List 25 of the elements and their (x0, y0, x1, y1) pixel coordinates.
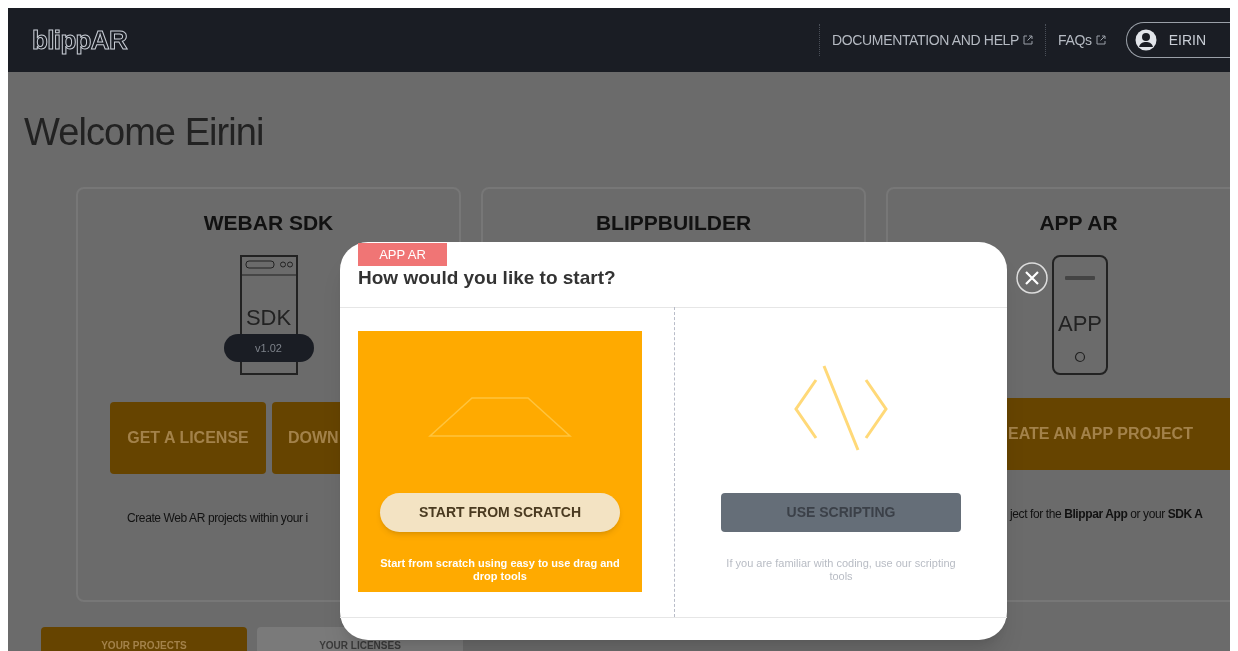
category-tag: APP AR (358, 243, 447, 266)
card-description: ject for the Blippar App or your SDK A (1010, 505, 1203, 523)
close-icon[interactable] (1016, 262, 1048, 294)
home-button-icon (1074, 350, 1086, 363)
user-icon (1134, 29, 1157, 51)
card-title: BLIPPBUILDER (594, 210, 753, 236)
card-title: WEBAR SDK (202, 210, 335, 236)
code-icon (794, 365, 888, 451)
brand-mark-icon (1065, 274, 1095, 281)
start-button[interactable]: START FROM SCRATCH (380, 493, 620, 532)
option-description: Start from scratch using easy to use drag and drop tools (379, 557, 621, 583)
header-link[interactable]: DOCUMENTATION AND HELP (819, 24, 1046, 56)
icon-label: APP (1057, 309, 1103, 338)
card-title: APP AR (1038, 210, 1119, 236)
option-description: If you are familiar with coding, use our scripting tools (725, 557, 957, 583)
page-title: Welcome Eirini (23, 110, 265, 155)
external-link-icon (1023, 35, 1034, 45)
logo[interactable]: blippAR (32, 20, 128, 60)
trapezoid-icon (428, 397, 572, 437)
icon-label: SDK (244, 303, 293, 332)
version-badge: v1.02 (223, 333, 314, 362)
external-link-icon (1095, 35, 1106, 45)
card-description: Create Web AR projects within your i (127, 509, 308, 527)
header-link[interactable]: FAQs (1045, 24, 1118, 56)
dialog-title: How would you like to start? (358, 266, 616, 290)
